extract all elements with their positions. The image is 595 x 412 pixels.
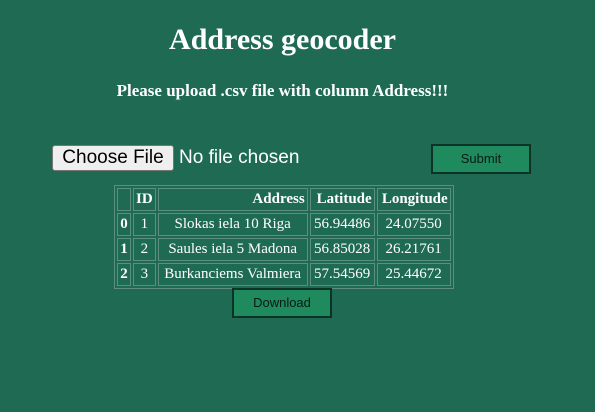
cell-longitude: 26.21761 xyxy=(376,238,451,261)
cell-address: Burkanciems Valmiera xyxy=(157,263,308,286)
cell-address: Slokas iela 10 Riga xyxy=(157,213,308,236)
download-button[interactable]: Download xyxy=(232,288,332,318)
cell-longitude: 24.07550 xyxy=(376,213,451,236)
table-row: 1 2 Saules iela 5 Madona 56.85028 26.217… xyxy=(117,238,451,261)
column-header-address: Address xyxy=(157,188,308,211)
table-row: 2 3 Burkanciems Valmiera 57.54569 25.446… xyxy=(117,263,451,286)
cell-id: 1 xyxy=(133,213,156,236)
page-title: Address geocoder xyxy=(169,23,396,56)
row-index: 1 xyxy=(117,238,131,261)
column-header-longitude: Longitude xyxy=(376,188,451,211)
cell-latitude: 57.54569 xyxy=(309,263,375,286)
cell-id: 3 xyxy=(133,263,156,286)
cell-latitude: 56.85028 xyxy=(309,238,375,261)
table-header-row: ID Address Latitude Longitude xyxy=(117,188,451,211)
cell-address: Saules iela 5 Madona xyxy=(157,238,308,261)
column-header-latitude: Latitude xyxy=(309,188,375,211)
row-index: 0 xyxy=(117,213,131,236)
results-table: ID Address Latitude Longitude 0 1 Slokas… xyxy=(114,185,454,289)
cell-id: 2 xyxy=(133,238,156,261)
cell-longitude: 25.44672 xyxy=(376,263,451,286)
cell-latitude: 56.94486 xyxy=(309,213,375,236)
file-status-label: No file chosen xyxy=(179,147,300,168)
choose-file-button[interactable]: Choose File xyxy=(52,145,174,171)
table-row: 0 1 Slokas iela 10 Riga 56.94486 24.0755… xyxy=(117,213,451,236)
submit-button[interactable]: Submit xyxy=(431,144,531,174)
column-header-index xyxy=(117,188,131,211)
upload-instruction: Please upload .csv file with column Addr… xyxy=(116,81,449,100)
row-index: 2 xyxy=(117,263,131,286)
column-header-id: ID xyxy=(133,188,156,211)
